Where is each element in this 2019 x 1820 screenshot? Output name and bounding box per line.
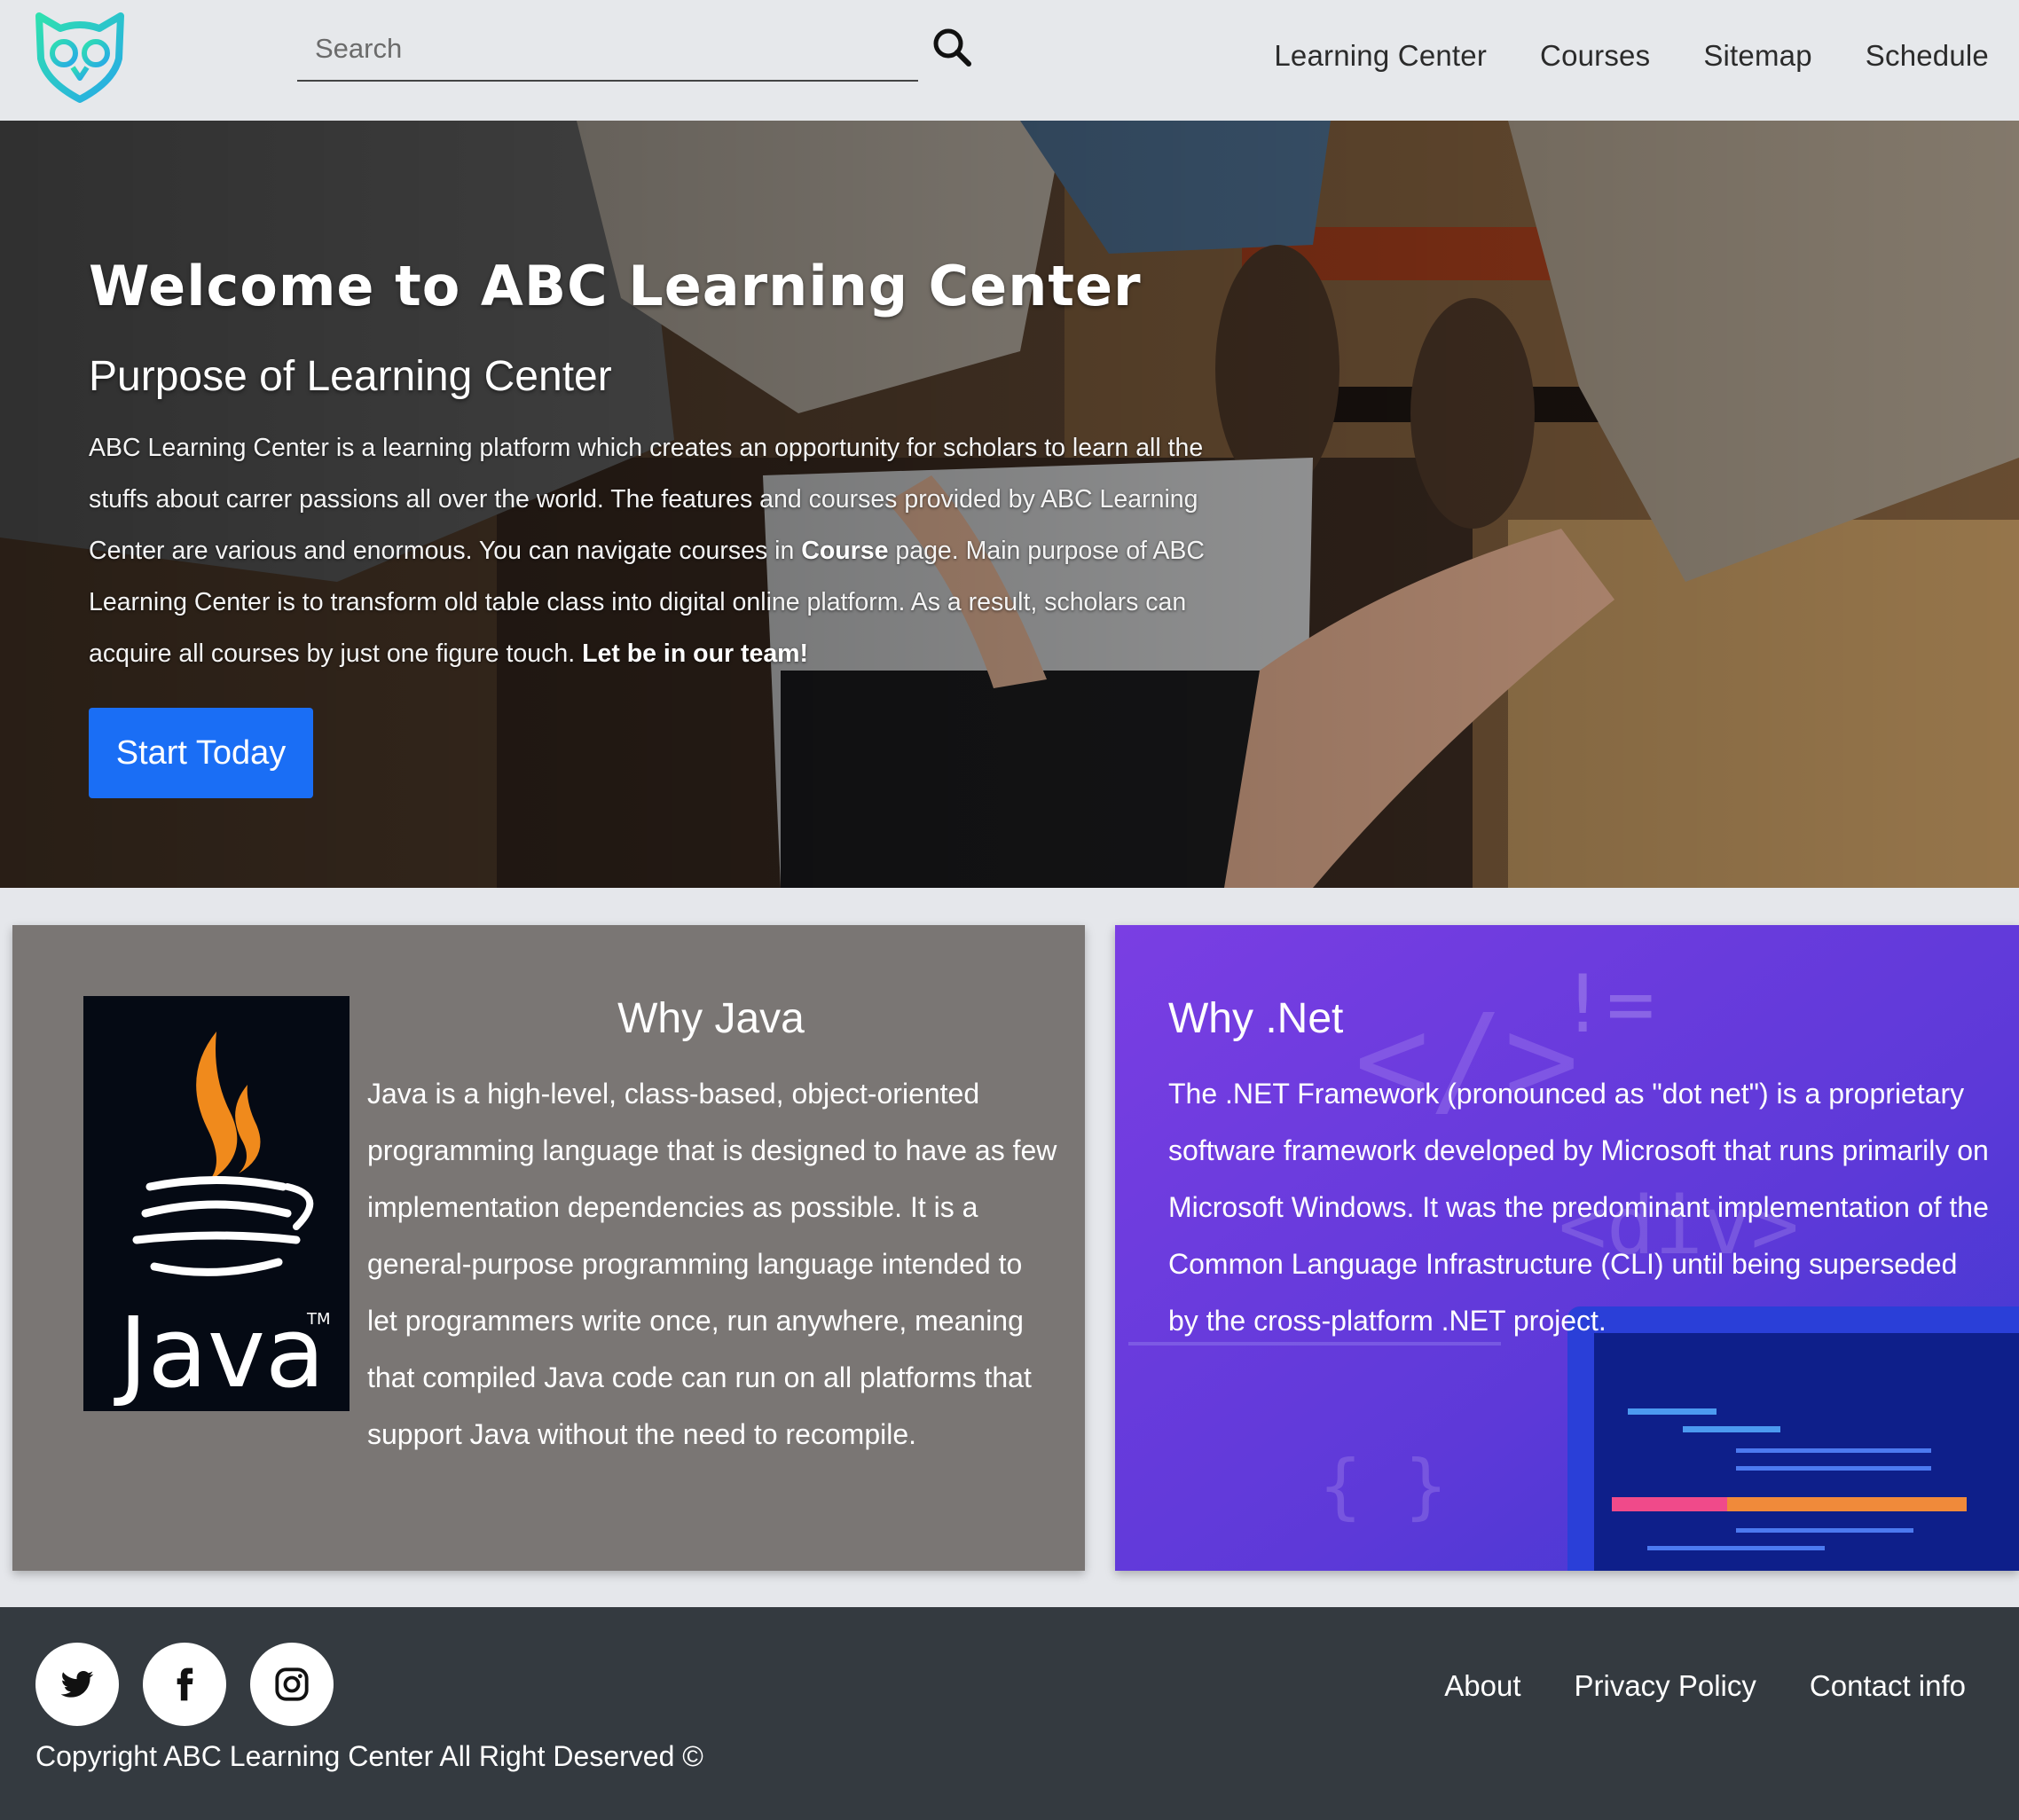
not-equal-decor: !=: [1559, 958, 1654, 1051]
owl-logo-icon[interactable]: [34, 12, 126, 103]
why-dotnet-title: Why .Net: [1168, 995, 1344, 1042]
top-navbar: Learning Center Courses Sitemap Schedule: [0, 0, 2019, 121]
search-input[interactable]: [297, 20, 874, 78]
braces-decor: { }: [1319, 1445, 1448, 1527]
java-logo-tm: TM: [306, 1310, 331, 1329]
footer-link-privacy-policy[interactable]: Privacy Policy: [1575, 1669, 1756, 1703]
search-bar: [297, 20, 918, 82]
hero-content: Welcome to ABC Learning Center Purpose o…: [89, 254, 1233, 679]
footer-link-contact-info[interactable]: Contact info: [1810, 1669, 1966, 1703]
hero-description: ABC Learning Center is a learning platfo…: [89, 422, 1233, 679]
hero-subtitle: Purpose of Learning Center: [89, 353, 612, 400]
why-java-text: Java is a high-level, class-based, objec…: [367, 1078, 1057, 1450]
java-logo-icon: Java TM: [83, 996, 350, 1411]
start-today-button[interactable]: Start Today: [89, 708, 313, 798]
hero-title: Welcome to ABC Learning Center: [89, 254, 1142, 318]
why-java-title: Why Java: [617, 995, 805, 1042]
why-dotnet-card: </> <div> { } != Why .Net The .NET Frame…: [1115, 925, 2019, 1571]
java-logo-text: Java: [114, 1296, 325, 1409]
why-dotnet-text: The .NET Framework (pronounced as "dot n…: [1168, 1078, 1989, 1337]
copyright-text: Copyright ABC Learning Center All Right …: [35, 1740, 703, 1772]
main-nav: Learning Center Courses Sitemap Schedule: [1274, 39, 1989, 73]
instagram-icon: [275, 1667, 309, 1701]
facebook-icon: [177, 1667, 193, 1701]
hero-text-cta: Let be in our team!: [582, 639, 809, 668]
nav-schedule[interactable]: Schedule: [1866, 39, 1989, 73]
twitter-link[interactable]: [35, 1643, 119, 1726]
nav-courses[interactable]: Courses: [1540, 39, 1650, 73]
nav-sitemap[interactable]: Sitemap: [1703, 39, 1811, 73]
hero-text-course-link: Course: [801, 537, 889, 565]
footer: Copyright ABC Learning Center All Right …: [0, 1607, 2019, 1820]
why-java-card: Java TM Why Java Java is a high-level, c…: [12, 925, 1085, 1571]
footer-link-about[interactable]: About: [1444, 1669, 1520, 1703]
instagram-link[interactable]: [250, 1643, 334, 1726]
footer-nav: About Privacy Policy Contact info: [1444, 1669, 1966, 1703]
nav-learning-center[interactable]: Learning Center: [1274, 39, 1487, 73]
facebook-link[interactable]: [143, 1643, 226, 1726]
search-icon[interactable]: [931, 27, 972, 67]
hero-section: Welcome to ABC Learning Center Purpose o…: [0, 121, 2019, 888]
twitter-icon: [60, 1671, 94, 1698]
